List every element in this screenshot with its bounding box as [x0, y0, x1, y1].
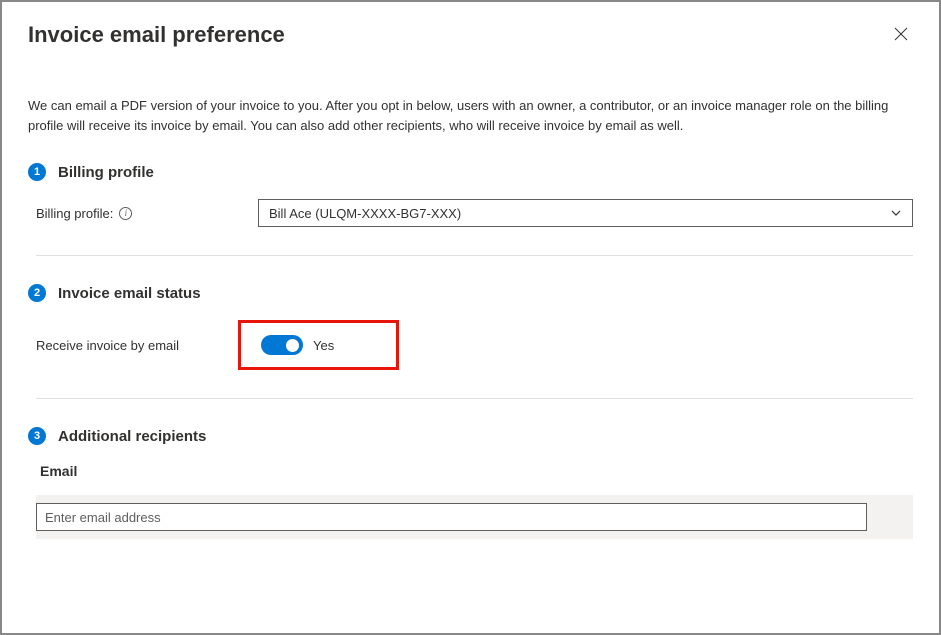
toggle-wrap: Yes [261, 335, 334, 355]
chevron-down-icon [890, 207, 902, 219]
step-badge: 3 [28, 427, 46, 445]
close-icon [893, 26, 909, 42]
panel-title: Invoice email preference [28, 22, 285, 48]
billing-profile-dropdown[interactable]: Bill Ace (ULQM-XXXX-BG7-XXX) [258, 199, 913, 227]
billing-profile-row: Billing profile: i Bill Ace (ULQM-XXXX-B… [36, 199, 913, 227]
info-icon[interactable]: i [119, 207, 132, 220]
section-divider [36, 255, 913, 256]
receive-email-toggle[interactable] [261, 335, 303, 355]
highlight-annotation: Yes [238, 320, 399, 370]
section-header: 3 Additional recipients [28, 427, 913, 445]
close-button[interactable] [889, 22, 913, 46]
email-status-section: 2 Invoice email status Receive invoice b… [28, 284, 913, 370]
receive-email-row: Receive invoice by email Yes [36, 320, 913, 370]
section-header: 2 Invoice email status [28, 284, 913, 302]
email-label: Email [40, 463, 913, 479]
toggle-state-label: Yes [313, 338, 334, 353]
invoice-email-preference-panel: Invoice email preference We can email a … [0, 0, 941, 635]
section-title: Billing profile [58, 164, 154, 181]
panel-header: Invoice email preference [28, 22, 913, 48]
panel-description: We can email a PDF version of your invoi… [28, 96, 913, 135]
section-header: 1 Billing profile [28, 163, 913, 181]
email-input-container [36, 495, 913, 539]
email-field-wrap: Email [36, 463, 913, 539]
billing-profile-label: Billing profile: i [36, 206, 258, 221]
toggle-knob [286, 339, 299, 352]
section-title: Additional recipients [58, 428, 206, 445]
receive-email-label: Receive invoice by email [36, 338, 258, 353]
section-divider [36, 398, 913, 399]
step-badge: 1 [28, 163, 46, 181]
billing-profile-section: 1 Billing profile Billing profile: i Bil… [28, 163, 913, 227]
dropdown-value: Bill Ace (ULQM-XXXX-BG7-XXX) [269, 206, 461, 221]
additional-recipients-section: 3 Additional recipients Email [28, 427, 913, 539]
section-title: Invoice email status [58, 285, 201, 302]
step-badge: 2 [28, 284, 46, 302]
email-input[interactable] [36, 503, 867, 531]
